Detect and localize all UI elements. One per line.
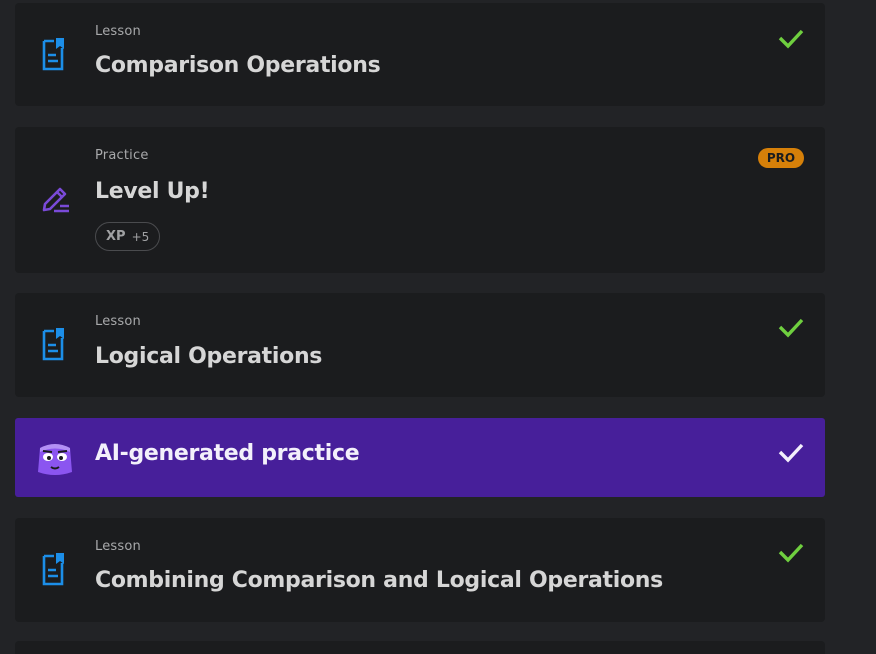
- checkmark-icon: [778, 29, 804, 49]
- lesson-card-logical-operations[interactable]: Lesson Logical Operations: [15, 293, 825, 397]
- item-kind-label: Lesson: [95, 539, 141, 554]
- checkmark-icon: [778, 443, 804, 463]
- item-kind-label: Lesson: [95, 314, 141, 329]
- item-title: Comparison Operations: [95, 53, 381, 78]
- checkmark-icon: [778, 543, 804, 563]
- checkmark-icon: [778, 318, 804, 338]
- item-title: Combining Comparison and Logical Operati…: [95, 568, 663, 593]
- lesson-list: Lesson Comparison Operations Practice Le…: [0, 0, 876, 654]
- xp-reward-chip: XP +5: [95, 222, 161, 251]
- item-title: Level Up!: [95, 179, 210, 204]
- item-kind-label: Lesson: [95, 24, 141, 39]
- lesson-document-icon: [42, 38, 64, 71]
- ai-practice-card[interactable]: AI-generated practice: [15, 418, 825, 497]
- xp-value: +5: [131, 229, 150, 244]
- lesson-card-comparison-operations[interactable]: Lesson Comparison Operations: [15, 3, 825, 106]
- item-title: Logical Operations: [95, 344, 323, 369]
- next-card-peek[interactable]: [15, 641, 825, 654]
- lesson-document-icon: [42, 328, 64, 361]
- ai-mascot-icon: [38, 444, 72, 475]
- practice-card-level-up[interactable]: Practice Level Up! PRO XP +5: [15, 127, 825, 273]
- lesson-card-combining-comparison-and-logical-operations[interactable]: Lesson Combining Comparison and Logical …: [15, 518, 825, 622]
- item-kind-label: Practice: [95, 148, 149, 163]
- lesson-document-icon: [42, 553, 64, 586]
- xp-label: XP: [106, 229, 126, 244]
- pro-badge: PRO: [758, 148, 804, 168]
- item-title: AI-generated practice: [95, 441, 360, 466]
- practice-pencil-icon: [42, 187, 69, 213]
